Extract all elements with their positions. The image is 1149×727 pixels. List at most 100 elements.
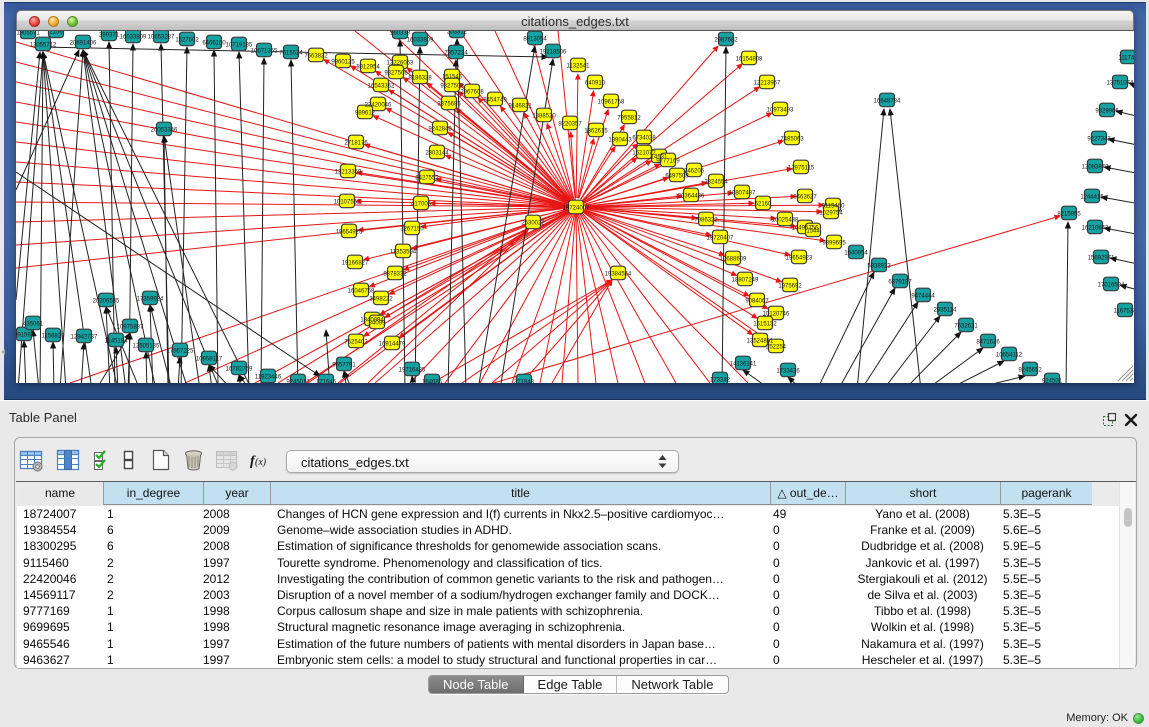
svg-text:19716485: 19716485 <box>399 368 426 374</box>
svg-text:8220357: 8220357 <box>558 122 582 128</box>
svg-text:7986322: 7986322 <box>694 218 718 224</box>
svg-text:1640954: 1640954 <box>844 251 868 257</box>
svg-text:19654923: 19654923 <box>786 256 813 262</box>
svg-text:9777169: 9777169 <box>656 159 680 165</box>
svg-text:417006: 417006 <box>411 202 432 208</box>
svg-text:2156: 2156 <box>49 31 63 36</box>
svg-text:9245012: 9245012 <box>286 380 310 384</box>
svg-text:1132541: 1132541 <box>567 64 591 70</box>
svg-text:9657791: 9657791 <box>332 363 356 369</box>
svg-text:10973493: 10973493 <box>767 108 794 114</box>
svg-text:10975887: 10975887 <box>117 325 144 331</box>
svg-text:16033809: 16033809 <box>407 38 434 44</box>
svg-text:8912954: 8912954 <box>356 65 380 71</box>
svg-text:1244415: 1244415 <box>1080 195 1104 201</box>
svg-text:299371: 299371 <box>99 33 120 39</box>
svg-text:2967608: 2967608 <box>460 90 484 96</box>
svg-text:8186328: 8186328 <box>408 76 432 82</box>
svg-text:16210643: 16210643 <box>1082 226 1109 232</box>
svg-text:16914479: 16914479 <box>379 342 406 348</box>
svg-text:10688609: 10688609 <box>720 257 747 263</box>
svg-text:924501: 924501 <box>1042 379 1063 384</box>
svg-text:7663822: 7663822 <box>304 54 328 60</box>
svg-text:1527602: 1527602 <box>175 38 199 44</box>
svg-text:20206535: 20206535 <box>93 299 120 305</box>
svg-text:2803144: 2803144 <box>425 151 449 157</box>
svg-text:13226053: 13226053 <box>387 61 414 67</box>
svg-text:1362615: 1362615 <box>584 129 608 135</box>
svg-text:10807487: 10807487 <box>729 191 756 197</box>
svg-text:16154808: 16154808 <box>736 57 763 63</box>
svg-text:10719135: 10719135 <box>226 43 253 49</box>
svg-text:173342: 173342 <box>710 378 731 384</box>
svg-text:9474444: 9474444 <box>911 294 935 300</box>
svg-text:20053346: 20053346 <box>151 128 178 134</box>
svg-text:5938923: 5938923 <box>867 264 891 270</box>
svg-text:1615132: 1615132 <box>753 322 777 328</box>
svg-text:12505135: 12505135 <box>133 344 160 350</box>
svg-text:16543362: 16543362 <box>368 84 395 90</box>
svg-text:435061: 435061 <box>23 322 44 328</box>
svg-text:15692971: 15692971 <box>1088 256 1115 262</box>
svg-text:17957225: 17957225 <box>167 349 194 355</box>
svg-text:11923446: 11923446 <box>255 375 282 381</box>
svg-text:7485063: 7485063 <box>780 137 804 143</box>
svg-text:1990443: 1990443 <box>608 138 632 144</box>
svg-text:7357224: 7357224 <box>444 51 468 57</box>
svg-text:371848: 371848 <box>514 380 535 384</box>
svg-text:9329966: 9329966 <box>1095 109 1119 115</box>
svg-text:8471626: 8471626 <box>976 340 1000 346</box>
svg-text:1145194: 1145194 <box>105 339 129 345</box>
svg-text:2987682: 2987682 <box>714 38 738 44</box>
svg-text:16648784: 16648784 <box>874 99 901 105</box>
svg-text:7632621: 7632621 <box>954 324 978 330</box>
svg-text:3824554: 3824554 <box>704 180 728 186</box>
svg-text:7625402: 7625402 <box>344 340 368 346</box>
svg-text:9327506: 9327506 <box>384 71 408 77</box>
svg-text:2935114: 2935114 <box>934 308 958 314</box>
svg-text:203312: 203312 <box>447 31 468 36</box>
svg-text:10120746: 10120746 <box>763 312 790 318</box>
svg-text:10961758: 10961758 <box>598 100 625 106</box>
svg-text:9242848: 9242848 <box>428 127 452 133</box>
svg-text:1544: 1544 <box>806 229 820 235</box>
svg-text:8454749: 8454749 <box>483 98 507 104</box>
svg-text:(x): (x) <box>255 457 267 468</box>
svg-text:9245652: 9245652 <box>1018 368 1042 374</box>
svg-text:10958117: 10958117 <box>196 357 223 363</box>
svg-text:8878332: 8878332 <box>383 272 407 278</box>
svg-text:10025438: 10025438 <box>772 218 799 224</box>
svg-text:9084067: 9084067 <box>745 299 769 305</box>
svg-text:171646: 171646 <box>316 380 337 384</box>
svg-text:151546: 151546 <box>442 75 463 81</box>
svg-text:3375685: 3375685 <box>437 102 461 108</box>
svg-text:6734028: 6734028 <box>632 136 656 142</box>
svg-text:13751074: 13751074 <box>1107 81 1134 87</box>
svg-text:1167533: 1167533 <box>1114 309 1134 315</box>
svg-text:14136141: 14136141 <box>730 362 757 368</box>
svg-text:12093872: 12093872 <box>1082 165 1109 171</box>
svg-text:19654925: 19654925 <box>336 230 363 236</box>
svg-text:9227343: 9227343 <box>1087 137 1111 143</box>
svg-text:1156829: 1156829 <box>42 334 66 340</box>
svg-text:391591: 391591 <box>16 333 35 339</box>
svg-text:17359924: 17359924 <box>137 297 164 303</box>
svg-text:20691406: 20691406 <box>70 41 97 47</box>
svg-text:8427552: 8427552 <box>415 176 439 182</box>
svg-text:111743: 111743 <box>1118 56 1134 62</box>
svg-text:12975115: 12975115 <box>788 166 815 172</box>
svg-text:18724007: 18724007 <box>563 206 590 212</box>
svg-text:16046758: 16046758 <box>348 289 375 295</box>
svg-text:7515524: 7515524 <box>279 51 303 57</box>
svg-text:252254: 252254 <box>766 345 787 351</box>
svg-text:2530022: 2530022 <box>521 221 545 227</box>
svg-text:12942737: 12942737 <box>71 335 98 341</box>
svg-text:3267150: 3267150 <box>400 227 424 233</box>
svg-text:989612: 989612 <box>355 111 376 117</box>
svg-text:10671355: 10671355 <box>251 49 278 55</box>
svg-text:20364436: 20364436 <box>678 194 705 200</box>
svg-text:1975692: 1975692 <box>778 284 802 290</box>
svg-text:9899695: 9899695 <box>822 241 846 247</box>
svg-text:1029754: 1029754 <box>819 211 843 217</box>
svg-text:8813054: 8813054 <box>523 37 547 43</box>
